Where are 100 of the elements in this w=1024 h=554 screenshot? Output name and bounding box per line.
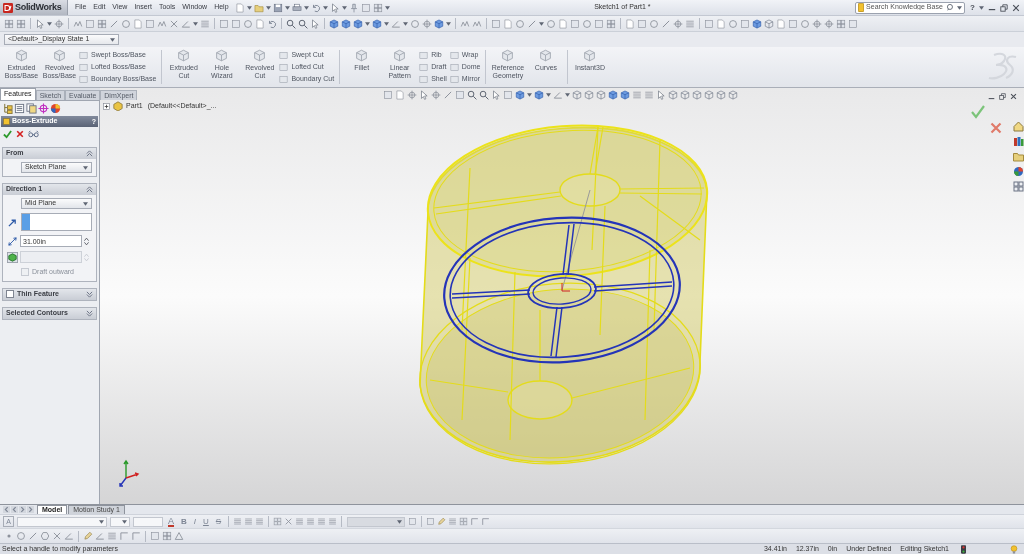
folder-icon[interactable]: [1013, 151, 1024, 162]
caret-icon[interactable]: [384, 21, 389, 26]
caret-icon[interactable]: [957, 5, 963, 10]
cancel-x-icon[interactable]: [16, 130, 24, 138]
square-icon[interactable]: [848, 18, 858, 29]
cube-icon[interactable]: [372, 18, 382, 29]
square-icon[interactable]: [231, 18, 241, 29]
pencil-icon[interactable]: [83, 531, 93, 541]
grid-icon[interactable]: [16, 18, 26, 29]
magnifier-icon[interactable]: [286, 18, 296, 29]
size-dropdown[interactable]: [110, 516, 130, 527]
zigzag-icon[interactable]: [460, 18, 470, 29]
caret-icon[interactable]: [446, 21, 451, 26]
scroll-arrow-icon[interactable]: [19, 506, 26, 513]
cube-icon[interactable]: [752, 18, 762, 29]
glasses-icon[interactable]: [28, 130, 39, 138]
caret-icon[interactable]: [397, 519, 403, 524]
angle-icon[interactable]: [64, 531, 74, 541]
square-icon[interactable]: [145, 18, 155, 29]
square-icon[interactable]: [85, 18, 95, 29]
x-lines-icon[interactable]: [52, 531, 62, 541]
logo-tab[interactable]: SolidWorks: [0, 0, 68, 15]
caret-icon[interactable]: [527, 93, 532, 97]
page-icon[interactable]: [558, 18, 568, 29]
cube-outline-icon[interactable]: [692, 90, 702, 100]
cube-icon[interactable]: [515, 90, 525, 100]
cancel-x-icon[interactable]: [990, 122, 1002, 134]
cursor-arrow-icon[interactable]: [329, 2, 340, 13]
close-icon[interactable]: [1012, 3, 1020, 12]
cube-icon[interactable]: [620, 90, 630, 100]
caret-icon[interactable]: [122, 519, 127, 524]
caret-icon[interactable]: [110, 37, 115, 42]
caret-icon[interactable]: [284, 5, 290, 10]
pages-icon[interactable]: [26, 103, 37, 114]
grid-icon[interactable]: [606, 18, 616, 29]
caret-icon[interactable]: [99, 519, 104, 524]
printer-icon[interactable]: [291, 2, 302, 13]
caret-icon[interactable]: [546, 93, 551, 97]
lines-icon[interactable]: [233, 517, 243, 526]
books-icon[interactable]: [1013, 136, 1024, 147]
crosshair-icon[interactable]: [812, 18, 822, 29]
slanted-line-icon[interactable]: [109, 18, 119, 29]
square-icon[interactable]: [360, 2, 371, 13]
circle-icon[interactable]: [515, 18, 525, 29]
caret-icon[interactable]: [979, 5, 984, 10]
cube-icon[interactable]: [608, 90, 618, 100]
square-icon[interactable]: [408, 517, 418, 526]
confirm-check-icon[interactable]: [3, 129, 12, 139]
cursor-arrow-icon[interactable]: [491, 90, 501, 100]
folder-icon[interactable]: [253, 2, 264, 13]
cube-outline-icon[interactable]: [584, 90, 594, 100]
restore-icon[interactable]: [999, 93, 1006, 100]
circle-icon[interactable]: [16, 531, 26, 541]
slanted-line-icon[interactable]: [28, 531, 38, 541]
grid-icon[interactable]: [97, 18, 107, 29]
cursor-arrow-icon[interactable]: [310, 18, 320, 29]
wheel-sketch-drawing[interactable]: [443, 216, 681, 364]
tree-icon[interactable]: [2, 103, 13, 114]
cube-outline-icon[interactable]: [716, 90, 726, 100]
expand-chevron-icon[interactable]: [86, 290, 93, 298]
cube-icon[interactable]: [434, 18, 444, 29]
caret-icon[interactable]: [341, 5, 347, 10]
lines-icon[interactable]: [244, 517, 254, 526]
caret-icon[interactable]: [539, 21, 544, 26]
cube-outline-icon[interactable]: [572, 90, 582, 100]
pushpin-icon[interactable]: [348, 2, 359, 13]
lines-icon[interactable]: [644, 90, 654, 100]
page-icon[interactable]: [776, 18, 786, 29]
x-lines-icon[interactable]: [169, 18, 179, 29]
grid-icon[interactable]: [273, 517, 283, 526]
caret-icon[interactable]: [47, 21, 52, 26]
curved-arrow-icon[interactable]: [267, 18, 277, 29]
caret-icon[interactable]: [365, 21, 370, 26]
color-ball-icon[interactable]: [1013, 166, 1024, 177]
selection-box[interactable]: [21, 213, 92, 231]
page-icon[interactable]: [716, 18, 726, 29]
crosshair-icon[interactable]: [824, 18, 834, 29]
lines-icon[interactable]: [306, 517, 316, 526]
lines-icon[interactable]: [255, 517, 265, 526]
caret-icon[interactable]: [303, 5, 309, 10]
color-ball-icon[interactable]: [50, 103, 61, 114]
cube-icon[interactable]: [341, 18, 351, 29]
crosshair-icon[interactable]: [422, 18, 432, 29]
square-icon[interactable]: [426, 517, 436, 526]
grid-icon[interactable]: [162, 531, 172, 541]
circle-icon[interactable]: [243, 18, 253, 29]
cube-icon[interactable]: [329, 18, 339, 29]
lines-icon[interactable]: [632, 90, 642, 100]
caret-icon[interactable]: [83, 201, 88, 206]
lines-icon[interactable]: [685, 18, 695, 29]
magnifier-icon[interactable]: [467, 90, 477, 100]
square-icon[interactable]: [740, 18, 750, 29]
lines-icon[interactable]: [328, 517, 338, 526]
search-icon[interactable]: [946, 3, 956, 12]
close-icon[interactable]: [1010, 93, 1017, 100]
angle-icon[interactable]: [95, 531, 105, 541]
hexagon-icon[interactable]: [40, 531, 50, 541]
collapse-chevron-icon[interactable]: [86, 150, 93, 157]
circle-icon[interactable]: [649, 18, 659, 29]
scroll-arrow-icon[interactable]: [11, 506, 18, 513]
